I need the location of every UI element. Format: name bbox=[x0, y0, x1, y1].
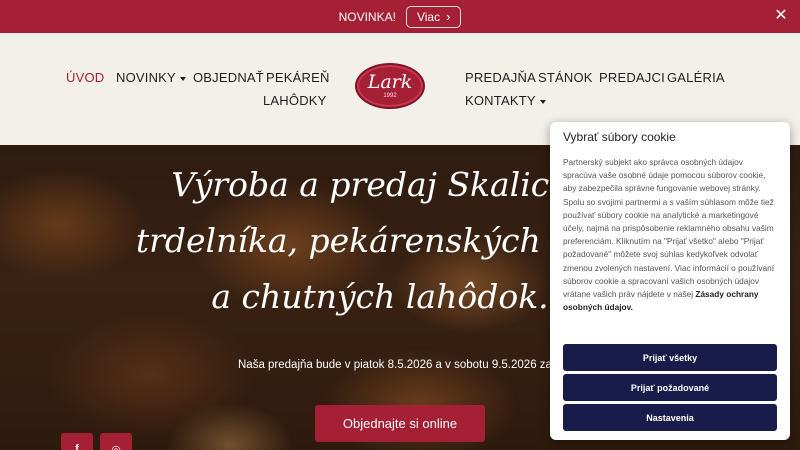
cookie-settings-button[interactable]: Nastavenia bbox=[563, 404, 777, 431]
logo-year: 1992 bbox=[383, 93, 397, 99]
nav-item-stanok[interactable]: STÁNOK bbox=[538, 70, 593, 85]
facebook-icon[interactable]: f bbox=[61, 433, 93, 450]
caret-down-icon bbox=[179, 76, 186, 81]
nav-item-uvod[interactable]: ÚVOD bbox=[66, 70, 104, 85]
logo-brand: Lark bbox=[367, 71, 413, 93]
nav-item-lahodky[interactable]: LAHÔDKY bbox=[263, 93, 327, 108]
nav-item-predajna[interactable]: PREDAJŇA bbox=[465, 70, 536, 85]
instagram-icon[interactable]: ◎ bbox=[100, 433, 132, 450]
cookie-consent-panel: Vybrať súbory cookie Partnerský subjekt … bbox=[550, 122, 790, 440]
cookie-body: Partnerský subjekt ako správca osobných … bbox=[563, 157, 775, 300]
announcement-more-button[interactable]: Viac › bbox=[405, 5, 462, 28]
nav-item-pekaren[interactable]: PEKÁREŇ bbox=[266, 70, 330, 85]
announcement-bar: NOVINKA! Viac › ✕ bbox=[0, 0, 800, 33]
cookie-text: Partnerský subjekt ako správca osobných … bbox=[563, 156, 777, 314]
cookie-title: Vybrať súbory cookie bbox=[563, 130, 676, 144]
announcement-more-label: Viac bbox=[416, 9, 441, 24]
nav-item-kontakty[interactable]: KONTAKTY bbox=[465, 93, 546, 108]
announcement-message: NOVINKA! bbox=[338, 9, 396, 24]
close-icon[interactable]: ✕ bbox=[772, 7, 790, 25]
nav-item-label: KONTAKTY bbox=[465, 93, 536, 108]
nav-item-novinky[interactable]: NOVINKY bbox=[116, 70, 186, 85]
site-logo[interactable]: Lark 1992 bbox=[355, 63, 425, 109]
nav-item-predajci[interactable]: PREDAJCI bbox=[599, 70, 665, 85]
accept-required-button[interactable]: Prijať požadované bbox=[563, 374, 777, 401]
caret-down-icon bbox=[539, 99, 546, 104]
order-online-button[interactable]: Objednajte si online bbox=[315, 405, 485, 442]
nav-item-label: NOVINKY bbox=[116, 70, 176, 85]
nav-item-objednat[interactable]: OBJEDNAŤ bbox=[193, 70, 264, 85]
chevron-right-icon: › bbox=[446, 9, 451, 24]
accept-all-button[interactable]: Prijať všetky bbox=[563, 344, 777, 371]
nav-item-galeria[interactable]: GALÉRIA bbox=[667, 70, 725, 85]
hero-notice: Naša predajňa bude v piatok 8.5.2026 a v… bbox=[238, 359, 591, 371]
